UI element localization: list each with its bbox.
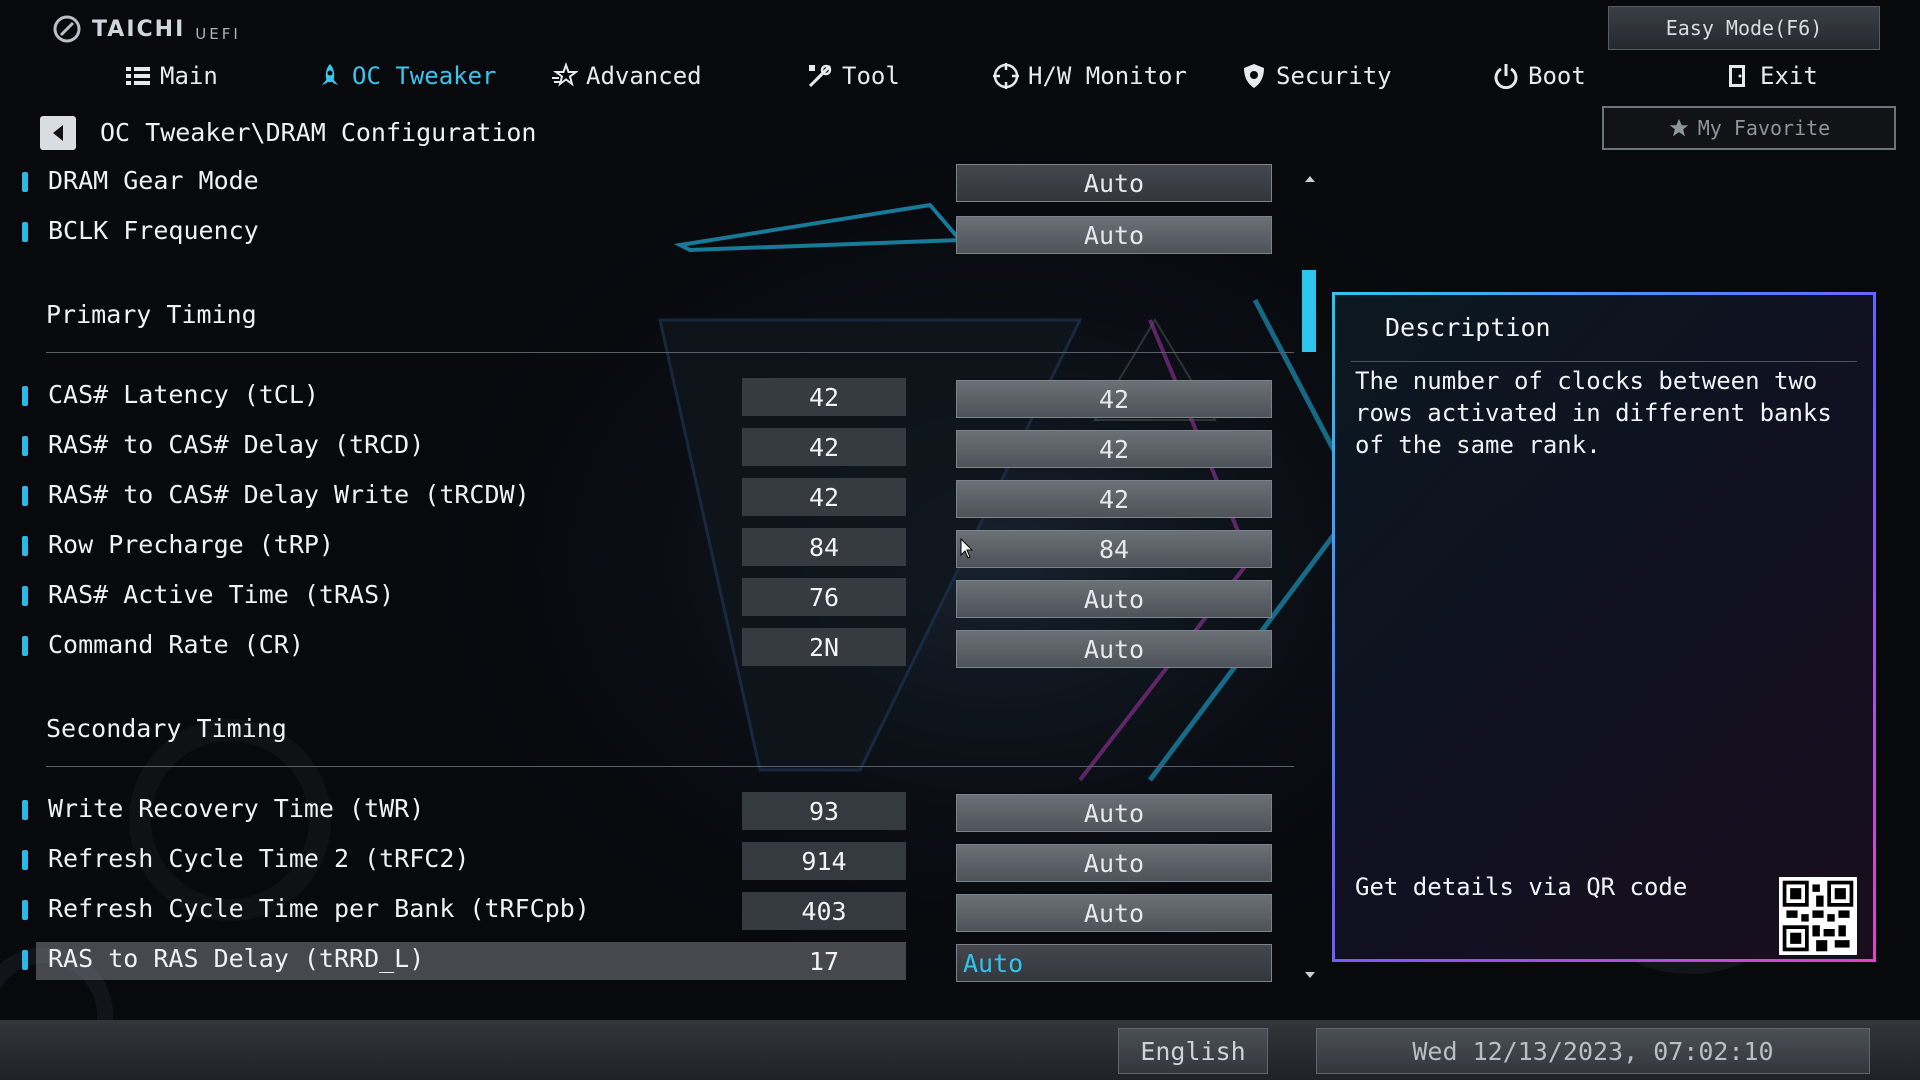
language-button[interactable]: English [1118, 1028, 1268, 1074]
current-value: 76 [742, 578, 906, 616]
brand-sub: UEFI [195, 25, 241, 43]
arrow-up-icon [1305, 176, 1315, 182]
row-marker [22, 950, 28, 970]
breadcrumb: OC Tweaker\DRAM Configuration [100, 118, 537, 147]
tab-oc-tweaker-label: OC Tweaker [352, 62, 497, 90]
current-value: 42 [742, 428, 906, 466]
current-value: 84 [742, 528, 906, 566]
tras-input[interactable]: Auto [956, 580, 1272, 618]
taichi-logo-icon [53, 15, 81, 43]
scroll-down-arrow[interactable] [1302, 968, 1318, 982]
tab-tool[interactable]: Tool [806, 58, 900, 94]
setting-label: Command Rate (CR) [48, 630, 304, 659]
setting-label: CAS# Latency (tCL) [48, 380, 319, 409]
shield-icon [1244, 64, 1264, 88]
row-marker [22, 172, 28, 192]
tcl-input[interactable]: 42 [956, 380, 1272, 418]
row-marker [22, 486, 28, 506]
section-divider [46, 352, 1294, 353]
scrollbar-thumb[interactable] [1302, 270, 1316, 352]
setting-label: BCLK Frequency [48, 216, 259, 245]
setting-label: Refresh Cycle Time per Bank (tRFCpb) [48, 894, 590, 923]
star-icon [552, 62, 578, 87]
star-icon [1669, 118, 1688, 137]
tab-oc-tweaker[interactable]: OC Tweaker [316, 58, 497, 94]
brand-logo: TAICHI UEFI [52, 14, 241, 44]
setting-label: Row Precharge (tRP) [48, 530, 334, 559]
description-title: Description [1385, 313, 1551, 342]
dram-gear-mode-select[interactable]: Auto [956, 164, 1272, 202]
tab-exit[interactable]: Exit [1724, 58, 1818, 94]
setting-label: RAS# to CAS# Delay (tRCD) [48, 430, 425, 459]
list-icon [126, 67, 150, 85]
description-panel: Description The number of clocks between… [1332, 292, 1876, 962]
tab-security-label: Security [1276, 62, 1392, 90]
command-rate-input[interactable]: Auto [956, 630, 1272, 668]
tab-boot[interactable]: Boot [1492, 58, 1586, 94]
tab-exit-label: Exit [1760, 62, 1818, 90]
trcd-input[interactable]: 42 [956, 430, 1272, 468]
description-text: The number of clocks between two rows ac… [1355, 367, 1832, 459]
arrow-down-icon [1305, 972, 1315, 978]
easy-mode-button[interactable]: Easy Mode(F6) [1608, 6, 1880, 50]
my-favorite-button[interactable]: My Favorite [1602, 106, 1896, 150]
rocket-icon [322, 64, 338, 85]
qr-code-icon [1779, 877, 1857, 955]
setting-label: RAS# Active Time (tRAS) [48, 580, 395, 609]
my-favorite-label: My Favorite [1697, 116, 1831, 140]
current-value: 42 [742, 478, 906, 516]
trp-input[interactable]: 84 [956, 530, 1272, 568]
twr-input[interactable]: Auto [956, 794, 1272, 832]
tab-hw-monitor-label: H/W Monitor [1028, 62, 1187, 90]
tab-security[interactable]: Security [1240, 58, 1392, 94]
row-marker [22, 850, 28, 870]
tab-boot-label: Boot [1528, 62, 1586, 90]
setting-label: RAS# to CAS# Delay Write (tRCDW) [48, 480, 530, 509]
current-value: 914 [742, 842, 906, 880]
row-marker [22, 636, 28, 656]
row-marker [22, 436, 28, 456]
setting-label: Refresh Cycle Time 2 (tRFC2) [48, 844, 470, 873]
setting-label: Write Recovery Time (tWR) [48, 794, 425, 823]
current-value: 93 [742, 792, 906, 830]
tab-tool-label: Tool [842, 62, 900, 90]
tab-hw-monitor[interactable]: H/W Monitor [992, 58, 1187, 94]
current-value: 403 [742, 892, 906, 930]
tab-main-label: Main [160, 62, 218, 90]
row-marker [22, 222, 28, 242]
setting-label: RAS to RAS Delay (tRRD_L) [48, 944, 425, 973]
tab-advanced-label: Advanced [586, 62, 702, 90]
row-marker [22, 586, 28, 606]
power-icon [1494, 64, 1518, 90]
exit-door-icon [1729, 65, 1745, 87]
trfc2-input[interactable]: Auto [956, 844, 1272, 882]
setting-label: DRAM Gear Mode [48, 166, 259, 195]
section-title-primary: Primary Timing [46, 300, 257, 329]
row-marker [22, 900, 28, 920]
back-arrow-icon [53, 125, 63, 141]
scroll-up-arrow[interactable] [1302, 172, 1318, 186]
datetime-display: Wed 12/13/2023, 07:02:10 [1316, 1028, 1870, 1074]
mouse-cursor-icon [960, 538, 974, 559]
row-marker [22, 386, 28, 406]
tab-main[interactable]: Main [124, 58, 218, 94]
row-marker [22, 800, 28, 820]
description-divider [1351, 361, 1857, 362]
qr-hint: Get details via QR code [1355, 873, 1688, 901]
tab-advanced[interactable]: Advanced [550, 58, 702, 94]
brand-name: TAICHI [92, 16, 186, 42]
row-marker [22, 536, 28, 556]
current-value: 17 [808, 946, 840, 976]
section-divider [46, 766, 1294, 767]
bclk-frequency-select[interactable]: Auto [956, 216, 1272, 254]
current-value: 42 [742, 378, 906, 416]
section-title-secondary: Secondary Timing [46, 714, 287, 743]
trcdw-input[interactable]: 42 [956, 480, 1272, 518]
current-value: 2N [742, 628, 906, 666]
trrd-l-input[interactable]: Auto [956, 944, 1272, 982]
trfcpb-input[interactable]: Auto [956, 894, 1272, 932]
tools-icon [808, 64, 832, 88]
crosshair-icon [993, 63, 1019, 89]
back-button[interactable] [40, 116, 76, 150]
